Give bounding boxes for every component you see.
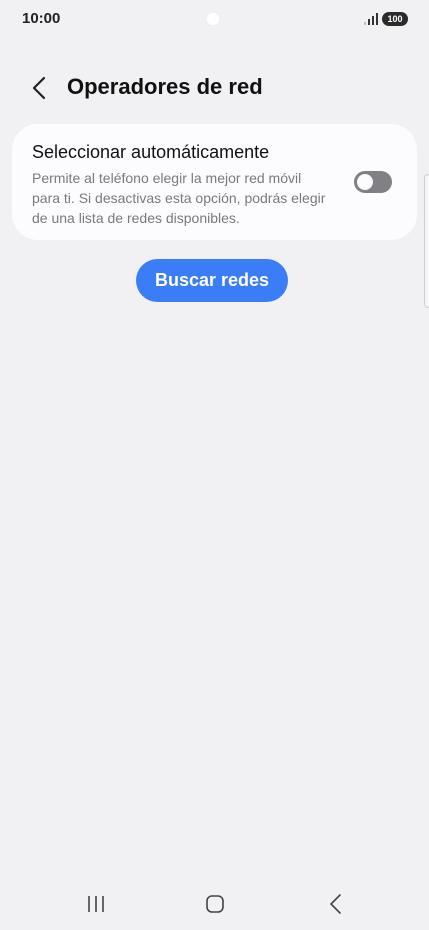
status-time: 10:00 [22, 10, 61, 27]
auto-select-toggle[interactable] [354, 171, 392, 193]
page-title: Operadores de red [67, 74, 263, 99]
home-icon[interactable] [203, 892, 227, 916]
status-bar: 10:00 100 [0, 0, 429, 40]
chevron-left-icon[interactable] [26, 72, 54, 104]
toggle-knob [357, 174, 373, 190]
scroll-indicator[interactable] [424, 174, 429, 308]
auto-select-description: Permite al teléfono elegir la mejor red … [32, 170, 326, 226]
auto-select-card[interactable]: Seleccionar automáticamente Permite al t… [12, 124, 417, 240]
back-icon[interactable] [324, 892, 348, 916]
search-networks-button[interactable]: Buscar redes [136, 259, 288, 302]
camera-cutout [207, 13, 219, 25]
battery-level: 100 [387, 14, 403, 24]
navigation-bar [0, 884, 429, 924]
auto-select-title: Seleccionar automáticamente [32, 142, 270, 162]
battery-icon: 100 [382, 12, 408, 26]
header: Operadores de red [0, 66, 429, 110]
recents-icon[interactable] [84, 892, 108, 916]
signal-icon [364, 13, 378, 25]
